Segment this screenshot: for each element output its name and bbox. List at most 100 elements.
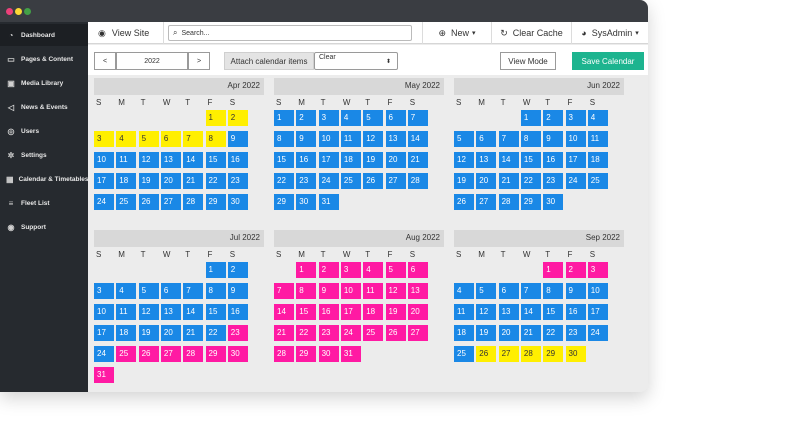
day-cell[interactable]: 27	[160, 194, 181, 210]
day-cell[interactable]: 26	[454, 194, 474, 210]
day-cell[interactable]: 22	[274, 173, 294, 189]
day-cell[interactable]: 20	[160, 173, 181, 189]
day-cell[interactable]: 11	[116, 152, 137, 168]
day-cell[interactable]: 7	[520, 283, 541, 299]
day-cell[interactable]: 4	[587, 110, 608, 126]
day-cell[interactable]: 30	[318, 346, 339, 362]
day-cell[interactable]: 8	[205, 283, 226, 299]
day-cell[interactable]: 13	[498, 304, 519, 320]
day-cell[interactable]: 2	[227, 262, 248, 278]
day-cell[interactable]: 30	[565, 346, 586, 362]
day-cell[interactable]: 30	[296, 194, 317, 210]
day-cell[interactable]: 9	[543, 131, 564, 147]
day-cell[interactable]: 6	[498, 283, 519, 299]
day-cell[interactable]: 28	[520, 346, 541, 362]
day-cell[interactable]: 18	[116, 173, 137, 189]
day-cell[interactable]: 15	[205, 152, 226, 168]
day-cell[interactable]: 27	[476, 194, 497, 210]
day-cell[interactable]: 14	[498, 152, 519, 168]
day-cell[interactable]: 31	[340, 346, 361, 362]
day-cell[interactable]: 7	[274, 283, 294, 299]
day-cell[interactable]: 23	[227, 325, 248, 341]
day-cell[interactable]: 3	[565, 110, 586, 126]
attach-items-select[interactable]: Clear ⬍	[314, 52, 398, 70]
day-cell[interactable]: 27	[407, 325, 428, 341]
day-cell[interactable]: 28	[183, 194, 204, 210]
view-mode-button[interactable]: View Mode	[500, 52, 556, 70]
day-cell[interactable]: 5	[476, 283, 497, 299]
day-cell[interactable]: 10	[565, 131, 586, 147]
view-site-button[interactable]: ◉ View Site	[88, 22, 164, 44]
day-cell[interactable]: 1	[205, 262, 226, 278]
day-cell[interactable]: 25	[454, 346, 474, 362]
day-cell[interactable]: 21	[183, 325, 204, 341]
day-cell[interactable]: 11	[363, 283, 384, 299]
day-cell[interactable]: 27	[385, 173, 406, 189]
day-cell[interactable]: 29	[296, 346, 317, 362]
day-cell[interactable]: 8	[205, 131, 226, 147]
day-cell[interactable]: 14	[520, 304, 541, 320]
day-cell[interactable]: 25	[116, 194, 137, 210]
day-cell[interactable]: 15	[274, 152, 294, 168]
sidebar-item-news-events[interactable]: ◁ News & Events	[0, 96, 88, 118]
day-cell[interactable]: 28	[407, 173, 428, 189]
day-cell[interactable]: 22	[520, 173, 541, 189]
day-cell[interactable]: 15	[520, 152, 541, 168]
day-cell[interactable]: 10	[587, 283, 608, 299]
day-cell[interactable]: 18	[363, 304, 384, 320]
maximize-dot[interactable]	[24, 8, 31, 15]
day-cell[interactable]: 1	[520, 110, 541, 126]
day-cell[interactable]: 31	[318, 194, 339, 210]
day-cell[interactable]: 12	[454, 152, 474, 168]
day-cell[interactable]: 17	[565, 152, 586, 168]
day-cell[interactable]: 2	[543, 110, 564, 126]
day-cell[interactable]: 4	[116, 131, 137, 147]
next-year-button[interactable]: >	[188, 52, 210, 70]
day-cell[interactable]: 5	[385, 262, 406, 278]
day-cell[interactable]: 16	[318, 304, 339, 320]
day-cell[interactable]: 28	[498, 194, 519, 210]
day-cell[interactable]: 23	[318, 325, 339, 341]
day-cell[interactable]: 13	[160, 152, 181, 168]
day-cell[interactable]: 22	[296, 325, 317, 341]
day-cell[interactable]: 16	[543, 152, 564, 168]
day-cell[interactable]: 11	[340, 131, 361, 147]
day-cell[interactable]: 26	[138, 346, 159, 362]
day-cell[interactable]: 5	[138, 131, 159, 147]
day-cell[interactable]: 17	[587, 304, 608, 320]
day-cell[interactable]: 26	[363, 173, 384, 189]
day-cell[interactable]: 11	[454, 304, 474, 320]
day-cell[interactable]: 20	[160, 325, 181, 341]
day-cell[interactable]: 4	[454, 283, 474, 299]
save-calendar-button[interactable]: Save Calendar	[572, 52, 644, 70]
day-cell[interactable]: 29	[274, 194, 294, 210]
day-cell[interactable]: 14	[183, 152, 204, 168]
day-cell[interactable]: 1	[543, 262, 564, 278]
day-cell[interactable]: 6	[407, 262, 428, 278]
year-field[interactable]: 2022	[116, 52, 188, 70]
day-cell[interactable]: 14	[274, 304, 294, 320]
day-cell[interactable]: 16	[227, 304, 248, 320]
day-cell[interactable]: 10	[94, 304, 114, 320]
day-cell[interactable]: 19	[385, 304, 406, 320]
day-cell[interactable]: 20	[385, 152, 406, 168]
day-cell[interactable]: 9	[227, 131, 248, 147]
day-cell[interactable]: 13	[160, 304, 181, 320]
day-cell[interactable]: 4	[340, 110, 361, 126]
day-cell[interactable]: 23	[543, 173, 564, 189]
sidebar-item-dashboard[interactable]: ◔ Dashboard	[0, 24, 88, 46]
day-cell[interactable]: 7	[183, 283, 204, 299]
day-cell[interactable]: 17	[340, 304, 361, 320]
day-cell[interactable]: 28	[274, 346, 294, 362]
day-cell[interactable]: 29	[205, 346, 226, 362]
day-cell[interactable]: 3	[94, 283, 114, 299]
day-cell[interactable]: 3	[94, 131, 114, 147]
day-cell[interactable]: 9	[565, 283, 586, 299]
day-cell[interactable]: 23	[565, 325, 586, 341]
day-cell[interactable]: 6	[476, 131, 497, 147]
day-cell[interactable]: 27	[160, 346, 181, 362]
sidebar-item-settings[interactable]: ✲ Settings	[0, 144, 88, 166]
sidebar-item-fleet-list[interactable]: ≡ Fleet List	[0, 192, 88, 214]
day-cell[interactable]: 26	[476, 346, 497, 362]
day-cell[interactable]: 26	[385, 325, 406, 341]
